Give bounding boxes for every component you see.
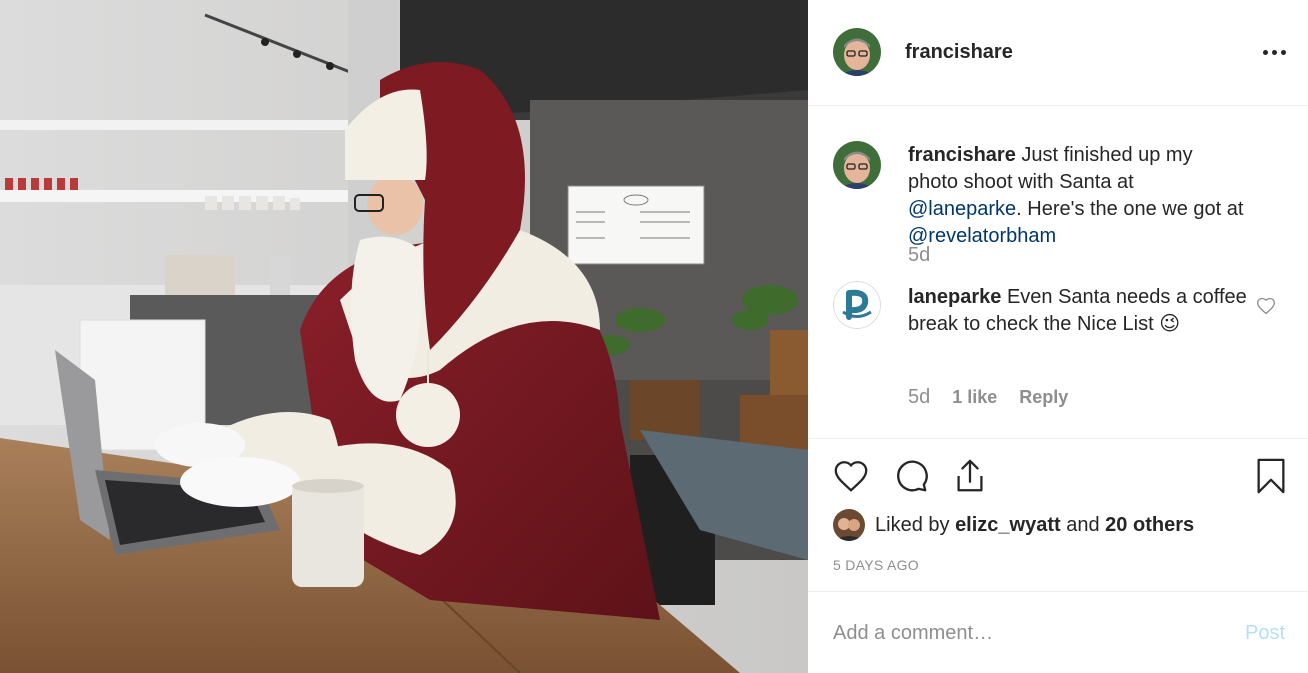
comment-time[interactable]: 5d [908, 386, 930, 409]
post-timestamp[interactable]: 5 DAYS AGO [833, 557, 919, 573]
comment-text: laneparke Even Santa needs a coffee brea… [908, 284, 1248, 338]
comment-likes[interactable]: 1 like [952, 387, 997, 408]
post-photo[interactable] [0, 0, 808, 673]
more-icon [1262, 49, 1268, 55]
liker-avatar[interactable] [833, 509, 865, 541]
reply-button[interactable]: Reply [1019, 387, 1068, 408]
add-comment-bar: Post [808, 591, 1308, 673]
author-avatar[interactable] [833, 28, 881, 76]
author-username[interactable]: francishare [905, 41, 1013, 64]
liked-by-prefix: Liked by [875, 513, 950, 536]
bookmark-icon[interactable] [1252, 457, 1290, 495]
more-options-button[interactable] [1260, 38, 1288, 66]
caption-username[interactable]: francishare [908, 144, 1016, 166]
post-photo-image [0, 0, 808, 673]
caption-text: francishare Just finished up my photo sh… [908, 142, 1248, 250]
wink-emoji: 😉 [1159, 313, 1181, 335]
liked-by-others[interactable]: 20 others [1105, 514, 1194, 537]
comment-username[interactable]: laneparke [908, 286, 1001, 308]
commenter-avatar[interactable] [833, 281, 881, 329]
post-header: francishare [808, 0, 1308, 106]
post-comment-button[interactable]: Post [1245, 622, 1285, 645]
mention-laneparke[interactable]: @laneparke [908, 198, 1016, 220]
caption-time[interactable]: 5d [908, 244, 930, 267]
comment-icon[interactable] [892, 457, 930, 495]
caption-avatar[interactable] [833, 141, 881, 189]
comment-input[interactable] [833, 614, 1233, 652]
comment-meta: 5d 1 like Reply [908, 386, 1068, 409]
caption-meta: 5d [908, 244, 930, 267]
heart-icon[interactable] [832, 457, 870, 495]
post-actions: Liked by elizc_wyatt and 20 others 5 DAY… [808, 438, 1308, 591]
heart-small-icon[interactable] [1256, 296, 1276, 316]
caption-body-2: . Here's the one we got at [1016, 198, 1244, 220]
liked-by-and: and [1066, 513, 1100, 536]
liked-by-user[interactable]: elizc_wyatt [955, 514, 1061, 537]
comments-list[interactable]: francishare Just finished up my photo sh… [808, 107, 1308, 439]
share-icon[interactable] [951, 457, 989, 495]
post-sidebar: francishare francishare Just finished up… [808, 0, 1308, 673]
liked-by: Liked by elizc_wyatt and 20 others [833, 509, 1194, 541]
